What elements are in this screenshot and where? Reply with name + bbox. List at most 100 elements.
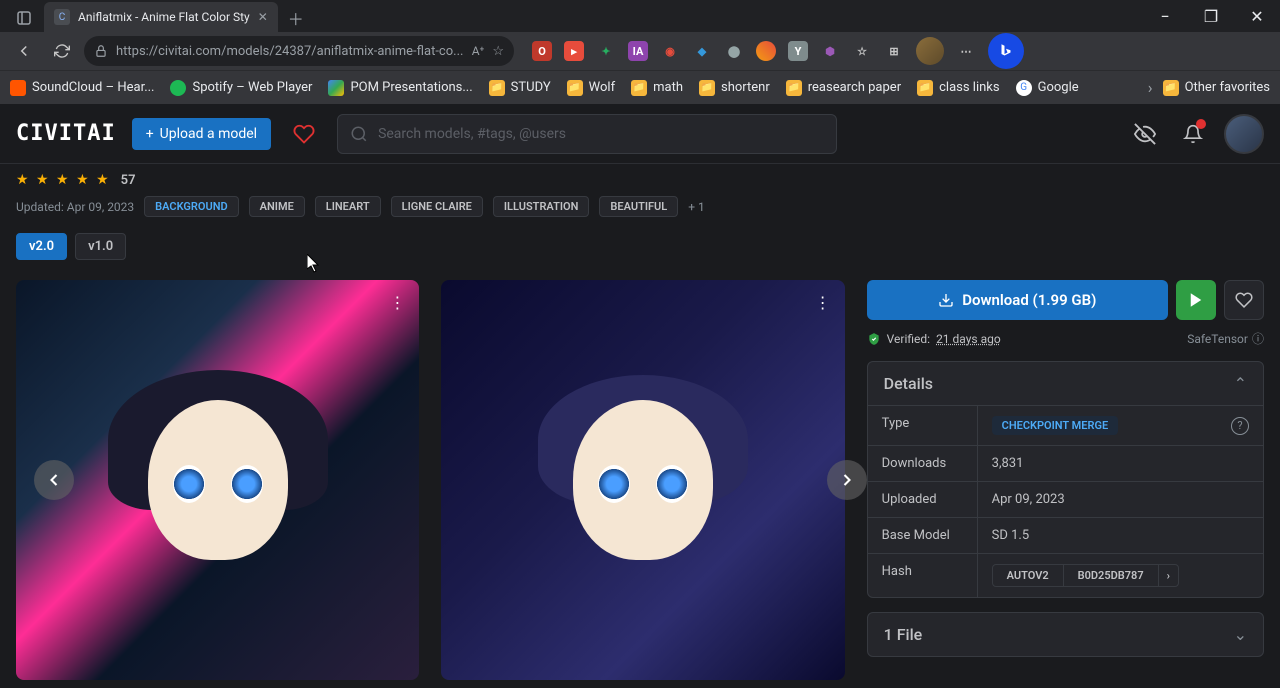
- search-input[interactable]: [378, 126, 824, 142]
- maximize-button[interactable]: ❐: [1188, 0, 1234, 32]
- verify-row: Verified: 21 days ago SafeTensor ⓘ: [867, 330, 1264, 347]
- hash-group: AUTOV2 B0D25DB787 ›: [992, 564, 1179, 587]
- back-button[interactable]: [8, 35, 40, 67]
- ext-icon-10[interactable]: ⬢: [820, 41, 840, 61]
- bookmark-wolf[interactable]: 📁Wolf: [567, 80, 615, 96]
- anime-illustration: [128, 400, 308, 600]
- bookmark-pom[interactable]: POM Presentations...: [328, 80, 472, 96]
- hash-value[interactable]: B0D25DB787: [1064, 565, 1159, 586]
- gallery-image-2[interactable]: ⋮: [441, 280, 844, 680]
- upload-model-button[interactable]: + Upload a model: [132, 118, 271, 150]
- ext-icon-8[interactable]: [756, 41, 776, 61]
- verified-date[interactable]: 21 days ago: [936, 332, 1001, 346]
- browser-tab[interactable]: C Aniflatmix - Anime Flat Color Sty ✕: [44, 2, 278, 32]
- hash-label: Hash: [868, 554, 978, 597]
- carousel-prev-button[interactable]: [34, 460, 74, 500]
- favorites-icon[interactable]: ☆: [852, 41, 872, 61]
- plus-icon: +: [146, 126, 154, 142]
- carousel-next-button[interactable]: [827, 460, 867, 500]
- ext-icon-6[interactable]: ◆: [692, 41, 712, 61]
- files-header[interactable]: 1 File ⌄: [868, 613, 1263, 656]
- more-tags[interactable]: + 1: [688, 200, 705, 214]
- tab-actions-icon[interactable]: [8, 4, 40, 32]
- bookmark-shortenr[interactable]: 📁shortenr: [699, 80, 770, 96]
- menu-icon[interactable]: ⋯: [956, 41, 976, 61]
- detail-basemodel-row: Base Model SD 1.5: [868, 517, 1263, 553]
- tag-ligne-claire[interactable]: LIGNE CLAIRE: [391, 196, 483, 217]
- tag-anime[interactable]: ANIME: [249, 196, 305, 217]
- tag-background[interactable]: BACKGROUND: [144, 196, 238, 217]
- ext-icon-2[interactable]: ▸: [564, 41, 584, 61]
- version-v1[interactable]: v1.0: [75, 233, 126, 260]
- files-panel: 1 File ⌄: [867, 612, 1264, 657]
- chevron-up-icon: ⌃: [1234, 374, 1247, 393]
- refresh-button[interactable]: [46, 35, 78, 67]
- bookmark-spotify[interactable]: Spotify – Web Player: [170, 80, 312, 96]
- ext-icon-9[interactable]: Y: [788, 41, 808, 61]
- new-tab-button[interactable]: ＋: [282, 4, 310, 32]
- eye-off-icon[interactable]: [1128, 117, 1162, 151]
- close-window-button[interactable]: ✕: [1234, 0, 1280, 32]
- basemodel-label: Base Model: [868, 518, 978, 553]
- type-label: Type: [868, 406, 978, 445]
- minimize-button[interactable]: −: [1142, 0, 1188, 32]
- favorites-heart-button[interactable]: [287, 117, 321, 151]
- hash-algo[interactable]: AUTOV2: [993, 565, 1064, 586]
- bookmark-class[interactable]: 📁class links: [917, 80, 999, 96]
- bookmark-math[interactable]: 📁math: [631, 80, 683, 96]
- page-content: ★ ★ ★ ★ ★ 57 Updated: Apr 09, 2023 BACKG…: [0, 172, 1280, 680]
- like-button[interactable]: [1224, 280, 1264, 320]
- downloads-label: Downloads: [868, 446, 978, 481]
- ext-icon-5[interactable]: ◉: [660, 41, 680, 61]
- tab-title: Aniflatmix - Anime Flat Color Sty: [78, 10, 250, 24]
- image-gallery: ⋮ ⋮: [16, 280, 845, 680]
- profile-avatar-icon[interactable]: [916, 37, 944, 65]
- info-icon[interactable]: ?: [1231, 417, 1249, 435]
- bookmark-soundcloud[interactable]: SoundCloud – Hear...: [10, 80, 154, 96]
- image-menu-icon[interactable]: ⋮: [811, 290, 835, 314]
- gallery-image-1[interactable]: ⋮: [16, 280, 419, 680]
- info-icon[interactable]: ⓘ: [1252, 330, 1264, 347]
- bookmark-chevron-icon[interactable]: ›: [1148, 78, 1153, 97]
- site-header: CIVITAI + Upload a model: [0, 104, 1280, 164]
- detail-hash-row: Hash AUTOV2 B0D25DB787 ›: [868, 553, 1263, 597]
- tab-strip: C Aniflatmix - Anime Flat Color Sty ✕ ＋: [0, 0, 310, 32]
- shield-check-icon: [867, 332, 881, 346]
- tag-lineart[interactable]: LINEART: [315, 196, 381, 217]
- verified-label: Verified:: [887, 332, 930, 346]
- other-favorites[interactable]: 📁Other favorites: [1163, 80, 1270, 96]
- notifications-button[interactable]: [1176, 117, 1210, 151]
- notification-dot-icon: [1196, 119, 1206, 129]
- bookmark-google[interactable]: GGoogle: [1016, 80, 1079, 96]
- tab-close-icon[interactable]: ✕: [258, 10, 268, 24]
- download-icon: [938, 292, 954, 308]
- address-bar[interactable]: https://civitai.com/models/24387/aniflat…: [84, 36, 514, 66]
- bookmark-research[interactable]: 📁reasearch paper: [786, 80, 901, 96]
- run-button[interactable]: [1176, 280, 1216, 320]
- updated-date: Updated: Apr 09, 2023: [16, 200, 134, 214]
- ext-icon-1[interactable]: O: [532, 41, 552, 61]
- user-avatar[interactable]: [1224, 114, 1264, 154]
- tag-beautiful[interactable]: BEAUTIFUL: [599, 196, 678, 217]
- tag-illustration[interactable]: ILLUSTRATION: [493, 196, 590, 217]
- bookmark-study[interactable]: 📁STUDY: [489, 80, 551, 96]
- search-box[interactable]: [337, 114, 837, 154]
- ext-icon-3[interactable]: ✦: [596, 41, 616, 61]
- favorite-icon[interactable]: ☆: [492, 44, 504, 59]
- image-menu-icon[interactable]: ⋮: [385, 290, 409, 314]
- reader-icon[interactable]: A⁺: [472, 44, 485, 58]
- model-sidebar: Download (1.99 GB) Verified: 21 days ago…: [867, 280, 1264, 680]
- site-logo[interactable]: CIVITAI: [16, 121, 116, 146]
- ext-icon-4[interactable]: IA: [628, 41, 648, 61]
- bookmarks-bar: SoundCloud – Hear... Spotify – Web Playe…: [0, 70, 1280, 104]
- collections-icon[interactable]: ⊞: [884, 41, 904, 61]
- bing-button[interactable]: [988, 33, 1024, 69]
- download-button[interactable]: Download (1.99 GB): [867, 280, 1168, 320]
- uploaded-value: Apr 09, 2023: [978, 482, 1263, 517]
- details-header[interactable]: Details ⌃: [868, 362, 1263, 405]
- hash-expand-icon[interactable]: ›: [1159, 565, 1178, 586]
- model-tags-row: Updated: Apr 09, 2023 BACKGROUND ANIME L…: [16, 196, 1264, 217]
- version-v2[interactable]: v2.0: [16, 233, 67, 260]
- detail-uploaded-row: Uploaded Apr 09, 2023: [868, 481, 1263, 517]
- ext-icon-7[interactable]: ⬤: [724, 41, 744, 61]
